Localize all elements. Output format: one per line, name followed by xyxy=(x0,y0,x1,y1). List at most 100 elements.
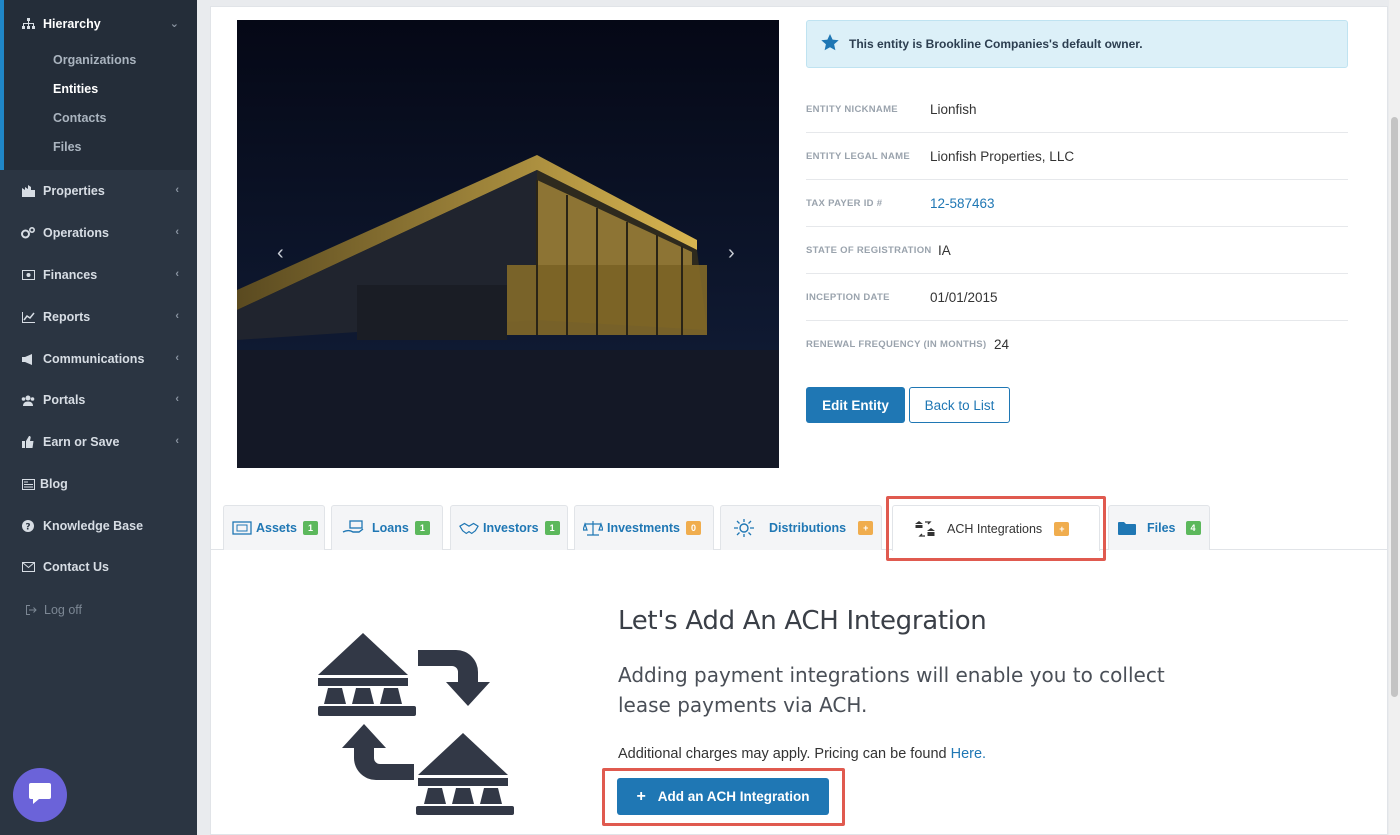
tab-assets[interactable]: Assets 1 xyxy=(223,505,325,550)
users-icon xyxy=(21,393,35,407)
building-photo xyxy=(237,20,779,468)
back-to-list-button[interactable]: Back to List xyxy=(909,387,1010,423)
sidebar-sub-files[interactable]: Files xyxy=(53,140,82,154)
sidebar-item-label: Operations xyxy=(43,226,109,240)
chat-widget-button[interactable] xyxy=(13,768,67,822)
entity-photo-carousel: ‹ › xyxy=(237,20,779,468)
loans-hand-icon xyxy=(340,520,368,536)
field-tax-payer-id: TAX PAYER ID # 12-587463 xyxy=(806,180,1348,227)
tab-badge: 1 xyxy=(414,521,430,535)
chevron-left-icon: ‹ xyxy=(175,435,179,447)
sidebar-item-properties[interactable]: Properties ‹ xyxy=(0,176,197,206)
sidebar-item-label: Hierarchy xyxy=(43,17,101,31)
newspaper-icon xyxy=(21,477,35,491)
pricing-link[interactable]: Here. xyxy=(951,746,986,762)
carousel-next-icon[interactable]: › xyxy=(728,242,735,265)
field-value: 24 xyxy=(994,337,1010,352)
cogs-icon xyxy=(21,226,35,240)
sidebar-item-log-off[interactable]: Log off xyxy=(0,595,197,625)
field-inception-date: INCEPTION DATE 01/01/2015 xyxy=(806,274,1348,321)
tab-label: Files xyxy=(1147,521,1176,535)
field-entity-nickname: ENTITY NICKNAME Lionfish xyxy=(806,86,1348,133)
tax-payer-id-link[interactable]: 12-587463 xyxy=(930,196,995,211)
sidebar-sub-organizations[interactable]: Organizations xyxy=(53,53,136,67)
sidebar-item-operations[interactable]: Operations ‹ xyxy=(0,218,197,248)
field-label: RENEWAL FREQUENCY (IN MONTHS) xyxy=(806,339,987,350)
sidebar-item-finances[interactable]: Finances ‹ xyxy=(0,260,197,290)
folder-icon xyxy=(1117,520,1137,536)
sign-out-icon xyxy=(24,603,38,617)
empty-state-description: Adding payment integrations will enable … xyxy=(618,663,1165,717)
scale-icon xyxy=(583,520,603,536)
field-label: INCEPTION DATE xyxy=(806,291,890,303)
sidebar-item-label: Reports xyxy=(43,310,91,324)
sidebar-item-reports[interactable]: Reports ‹ xyxy=(0,302,197,332)
ach-illustration-icon xyxy=(316,630,516,815)
sidebar-item-label: Log off xyxy=(44,603,83,617)
button-highlight-box xyxy=(602,768,845,826)
line-chart-icon xyxy=(21,310,35,324)
field-label: STATE OF REGISTRATION xyxy=(806,244,932,256)
default-owner-notice: This entity is Brookline Companies's def… xyxy=(806,20,1348,68)
tab-badge: 1 xyxy=(544,521,560,535)
chart-building-icon xyxy=(21,184,35,198)
money-bill-icon xyxy=(21,268,35,282)
field-entity-legal-name: ENTITY LEGAL NAME Lionfish Properties, L… xyxy=(806,133,1348,180)
tab-label: Investments xyxy=(607,521,680,535)
thumbs-up-icon xyxy=(21,435,35,449)
tab-investments[interactable]: Investments 0 xyxy=(574,505,714,550)
sidebar-sub-entities[interactable]: Entities xyxy=(53,82,98,96)
sidebar-sub-contacts[interactable]: Contacts xyxy=(53,111,106,125)
field-value: Lionfish Properties, LLC xyxy=(930,148,1075,164)
sidebar-item-hierarchy[interactable]: Hierarchy ⌄ xyxy=(0,9,197,39)
tab-label: Loans xyxy=(372,521,409,535)
sitemap-icon xyxy=(21,17,35,31)
empty-state-title: Let's Add An ACH Integration xyxy=(618,606,987,636)
pricing-note-text: Additional charges may apply. Pricing ca… xyxy=(618,746,947,762)
tab-badge: 4 xyxy=(1185,521,1201,535)
field-label: TAX PAYER ID # xyxy=(806,197,883,209)
tab-loans[interactable]: Loans 1 xyxy=(331,505,443,550)
sidebar-item-label: Portals xyxy=(43,393,86,407)
handshake-icon xyxy=(459,520,479,536)
sidebar-item-portals[interactable]: Portals ‹ xyxy=(0,385,197,415)
bullhorn-icon xyxy=(21,352,35,366)
chevron-left-icon: ‹ xyxy=(175,268,179,280)
sidebar-item-contact-us[interactable]: Contact Us xyxy=(0,552,197,582)
notice-text: This entity is Brookline Companies's def… xyxy=(849,37,1143,51)
tab-badge: 0 xyxy=(685,521,701,535)
chevron-left-icon: ‹ xyxy=(175,393,179,405)
sidebar-item-label: Knowledge Base xyxy=(43,519,144,533)
chat-bubble-icon xyxy=(27,780,53,811)
sidebar-item-label: Blog xyxy=(40,477,68,491)
tab-distributions[interactable]: Distributions + xyxy=(720,505,882,550)
tab-label: Distributions xyxy=(769,521,847,535)
sidebar-item-label: Earn or Save xyxy=(43,435,120,449)
sidebar-item-label: Finances xyxy=(43,268,98,282)
field-state-of-registration: STATE OF REGISTRATION IA xyxy=(806,227,1348,274)
tab-label: Investors xyxy=(483,521,539,535)
tab-badge: 1 xyxy=(303,521,319,535)
field-label: ENTITY LEGAL NAME xyxy=(806,150,910,162)
sidebar-item-earn-or-save[interactable]: Earn or Save ‹ xyxy=(0,427,197,457)
field-label: ENTITY NICKNAME xyxy=(806,103,898,115)
carousel-prev-icon[interactable]: ‹ xyxy=(277,242,284,265)
sidebar-item-knowledge-base[interactable]: ? Knowledge Base xyxy=(0,511,197,541)
star-icon xyxy=(821,34,839,54)
sidebar-item-communications[interactable]: Communications ‹ xyxy=(0,344,197,374)
tab-label: Assets xyxy=(256,521,297,535)
sidebar-item-label: Contact Us xyxy=(43,560,109,574)
pricing-note: Additional charges may apply. Pricing ca… xyxy=(618,746,986,762)
sidebar: Hierarchy ⌄ Organizations Entities Conta… xyxy=(0,0,197,835)
chevron-left-icon: ‹ xyxy=(175,352,179,364)
tab-files[interactable]: Files 4 xyxy=(1108,505,1210,550)
scrollbar-thumb[interactable] xyxy=(1391,117,1398,697)
sidebar-item-blog[interactable]: Blog xyxy=(0,469,197,499)
question-circle-icon: ? xyxy=(21,519,35,533)
tab-highlight-box xyxy=(886,496,1106,561)
sidebar-item-label: Properties xyxy=(43,184,105,198)
edit-entity-button[interactable]: Edit Entity xyxy=(806,387,905,423)
distributions-icon xyxy=(729,519,759,537)
assets-icon xyxy=(232,520,252,536)
tab-investors[interactable]: Investors 1 xyxy=(450,505,568,550)
